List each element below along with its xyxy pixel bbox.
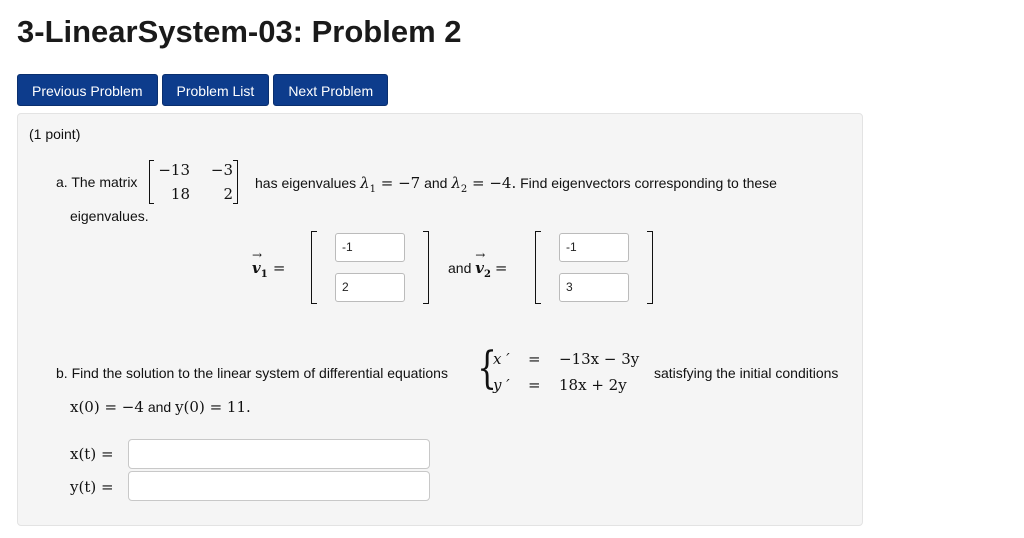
eigenvalues-wrap-text: eigenvalues.: [70, 208, 149, 224]
lambda2: λ2 = −4.: [451, 174, 517, 195]
matrix-cell: −3: [210, 161, 233, 179]
lambda1: λ1 = −7: [360, 174, 421, 195]
find-eigenvectors-text: Find eigenvectors corresponding to these: [520, 175, 777, 191]
has-eigenvalues-text: has eigenvalues: [255, 175, 357, 191]
eq2-rhs: 18x + 2y: [559, 376, 627, 394]
eigenvalue-sentence: has eigenvalues λ1 = −7 and λ2 = −4. Fin…: [255, 174, 777, 195]
v1-entry-1-input[interactable]: -1: [335, 233, 405, 262]
matrix-right-bracket: [233, 160, 238, 204]
v2-entry-1-input[interactable]: -1: [559, 233, 629, 262]
v1-label: → v1 =: [252, 248, 286, 280]
eq1-lhs: x ′: [493, 350, 510, 368]
v1-right-bracket: [423, 231, 429, 304]
problem-panel: (1 point) a. The matrix −13 −3 18 2 has …: [17, 113, 863, 526]
initial-conditions: x(0) = −4 and y(0) = 11.: [70, 398, 251, 416]
v1-left-bracket: [311, 231, 317, 304]
page-title: 3-LinearSystem-03: Problem 2: [17, 14, 462, 49]
previous-problem-button[interactable]: Previous Problem: [17, 74, 158, 106]
xt-answer-input[interactable]: [128, 439, 430, 469]
v2-entry-2-input[interactable]: 3: [559, 273, 629, 302]
yt-label: y(t) =: [70, 478, 114, 496]
matrix-cell: −13: [158, 161, 190, 179]
part-b-suffix: satisfying the initial conditions: [654, 365, 839, 381]
v1-entry-2-input[interactable]: 2: [335, 273, 405, 302]
eq2-equals: =: [528, 376, 541, 394]
v2-left-bracket: [535, 231, 541, 304]
points-label: (1 point): [29, 126, 81, 142]
problem-list-button[interactable]: Problem List: [161, 74, 270, 106]
eq1-equals: =: [528, 350, 541, 368]
eq2-lhs: y ′: [493, 376, 510, 394]
part-a-prefix: a. The matrix: [56, 174, 138, 190]
eq1-rhs: −13x − 3y: [559, 350, 640, 368]
v2-right-bracket: [647, 231, 653, 304]
and-text: and: [424, 175, 448, 191]
matrix-cell: 18: [170, 185, 190, 203]
xt-label: x(t) =: [70, 445, 114, 463]
yt-answer-input[interactable]: [128, 471, 430, 501]
matrix-left-bracket: [149, 160, 154, 204]
v2-label: and → v2 =: [448, 248, 508, 280]
matrix-cell: 2: [223, 185, 233, 203]
part-b-prefix: b. Find the solution to the linear syste…: [56, 365, 448, 381]
problem-navigation: Previous Problem Problem List Next Probl…: [17, 74, 389, 106]
next-problem-button[interactable]: Next Problem: [273, 74, 389, 106]
